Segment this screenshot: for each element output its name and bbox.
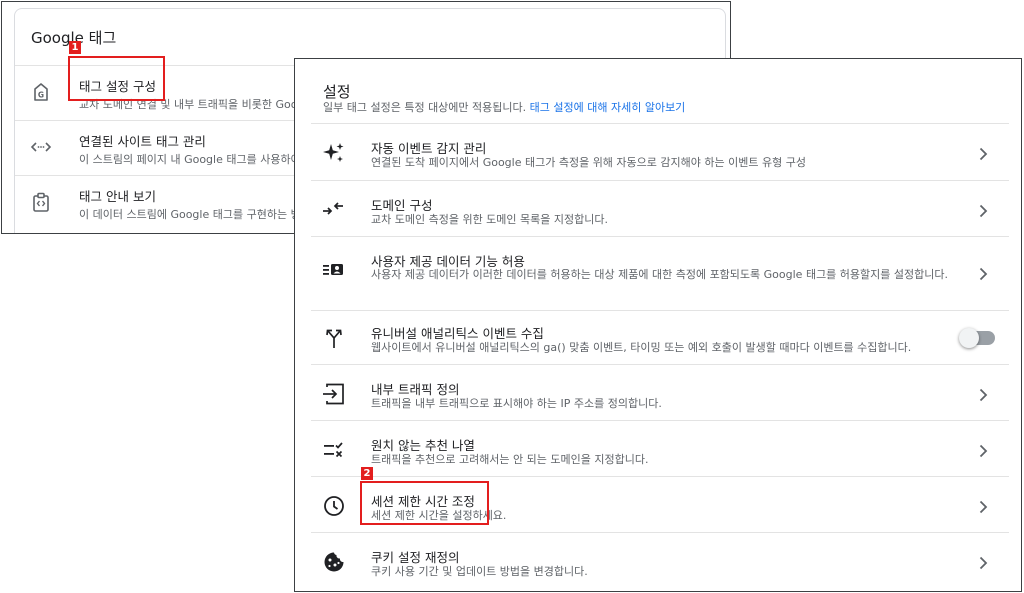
settings-subtitle: 일부 태그 설정은 특정 대상에만 적용됩니다. 태그 설정에 대해 자세히 알… bbox=[323, 99, 685, 115]
annotation-badge-2: 2 bbox=[361, 467, 373, 480]
user-data-icon bbox=[321, 257, 347, 283]
chevron-right-icon[interactable] bbox=[975, 203, 991, 219]
chevron-right-icon[interactable] bbox=[975, 499, 991, 515]
list-exclude-icon bbox=[321, 437, 347, 463]
split-arrows-icon bbox=[321, 325, 347, 351]
chevron-right-icon[interactable] bbox=[975, 146, 991, 162]
back-item-desc: 이 데이터 스트림에 Google 태그를 구현하는 방 bbox=[79, 208, 301, 221]
annotation-highlight-2 bbox=[360, 481, 489, 525]
setting-override-cookies[interactable]: 쿠키 설정 재정의 쿠키 사용 기간 및 업데이트 방법을 변경합니다. bbox=[311, 532, 1009, 589]
code-arrows-icon bbox=[29, 135, 53, 159]
setting-auto-event-detection[interactable]: 자동 이벤트 감지 관리 연결된 도착 페이지에서 Google 태그가 측정을… bbox=[311, 123, 1009, 181]
settings-subtitle-text: 일부 태그 설정은 특정 대상에만 적용됩니다. bbox=[323, 101, 527, 114]
clipboard-code-icon bbox=[29, 190, 53, 214]
setting-internal-traffic[interactable]: 내부 트래픽 정의 트래픽을 내부 트래픽으로 표시해야 하는 IP 주소를 정… bbox=[311, 364, 1009, 421]
annotation-highlight-1 bbox=[68, 56, 165, 101]
login-icon bbox=[321, 381, 347, 407]
merge-arrows-icon bbox=[321, 197, 347, 223]
chevron-right-icon[interactable] bbox=[975, 443, 991, 459]
setting-ua-event-collection[interactable]: 유니버설 애널리틱스 이벤트 수집 웹사이트에서 유니버설 애널리틱스의 ga(… bbox=[311, 310, 1009, 365]
learn-more-link[interactable]: 태그 설정에 대해 자세히 알아보기 bbox=[530, 101, 686, 114]
setting-desc: 교차 도메인 측정을 위한 도메인 목록을 지정합니다. bbox=[371, 213, 608, 226]
svg-text:G: G bbox=[38, 91, 44, 100]
setting-desc: 연결된 도착 페이지에서 Google 태그가 측정을 위해 자동으로 감지해야… bbox=[371, 156, 806, 169]
sparkle-icon bbox=[321, 140, 347, 166]
setting-domain-config[interactable]: 도메인 구성 교차 도메인 측정을 위한 도메인 목록을 지정합니다. bbox=[311, 180, 1009, 237]
setting-desc: 트래픽을 내부 트래픽으로 표시해야 하는 IP 주소를 정의합니다. bbox=[371, 397, 662, 410]
setting-desc: 사용자 제공 데이터가 이러한 데이터를 허용하는 대상 제품에 대한 측정에 … bbox=[371, 268, 948, 281]
setting-desc: 웹사이트에서 유니버설 애널리틱스의 ga() 맞춤 이벤트, 타이밍 또는 예… bbox=[371, 341, 912, 354]
google-tag-icon: G bbox=[29, 80, 53, 104]
chevron-right-icon[interactable] bbox=[975, 387, 991, 403]
setting-unwanted-referrals[interactable]: 원치 않는 추천 나열 트래픽을 추천으로 고려해서는 안 되는 도메인을 지정… bbox=[311, 420, 1009, 477]
chevron-right-icon[interactable] bbox=[975, 266, 991, 282]
back-item-desc: 이 스트림의 페이지 내 Google 태그를 사용하여 bbox=[79, 153, 301, 166]
setting-desc: 트래픽을 추천으로 고려해서는 안 되는 도메인을 지정합니다. bbox=[371, 453, 649, 466]
chevron-right-icon[interactable] bbox=[975, 555, 991, 571]
back-item-title: 연결된 사이트 태그 관리 bbox=[79, 134, 206, 149]
ua-events-toggle[interactable] bbox=[959, 328, 995, 348]
toggle-knob bbox=[959, 328, 979, 348]
setting-user-provided-data[interactable]: 사용자 제공 데이터 기능 허용 사용자 제공 데이터가 이러한 데이터를 허용… bbox=[311, 236, 1009, 311]
clock-icon bbox=[321, 493, 347, 519]
back-item-title: 태그 안내 보기 bbox=[79, 189, 156, 204]
annotation-badge-1: 1 bbox=[69, 41, 81, 54]
setting-desc: 쿠키 사용 기간 및 업데이트 방법을 변경합니다. bbox=[371, 565, 588, 578]
cookie-icon bbox=[321, 549, 347, 575]
